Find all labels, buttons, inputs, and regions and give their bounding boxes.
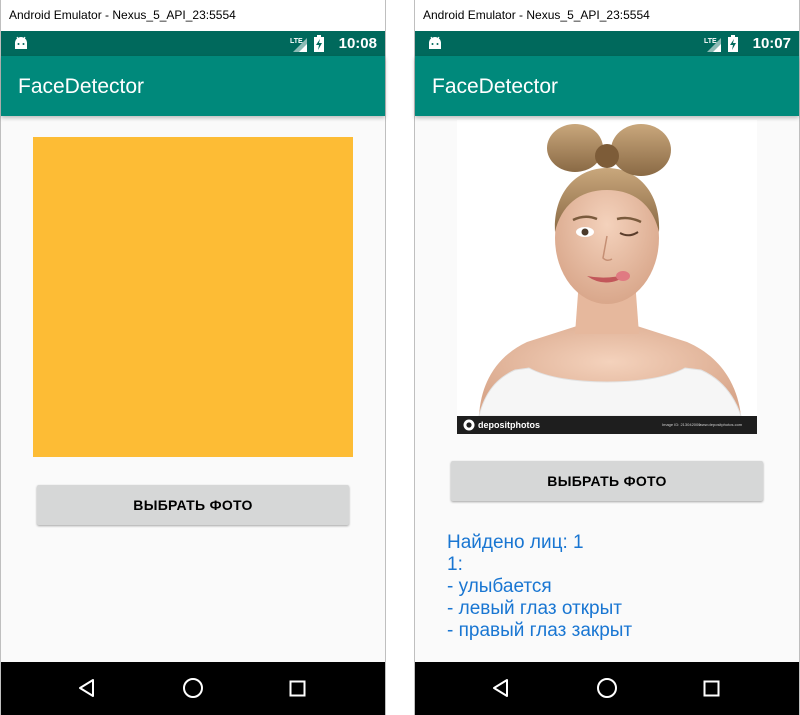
lte-signal-icon: LTE (704, 38, 721, 52)
app-title: FaceDetector (432, 75, 559, 98)
camera-logo-icon (463, 419, 475, 431)
watermark-bar: depositphotos Image ID: 213042000 www.de… (457, 416, 757, 434)
results-right-eye: - правый глаз закрыт (447, 620, 633, 641)
navigation-bar (1, 662, 385, 715)
watermark-site: www.depositphotos.com (699, 422, 743, 427)
emulator-window-right: Android Emulator - Nexus_5_API_23:5554 L… (414, 0, 800, 715)
status-bar: LTE 10:07 (415, 31, 799, 56)
emulator-window-left: Android Emulator - Nexus_5_API_23:5554 L… (0, 0, 386, 715)
window-title: Android Emulator - Nexus_5_API_23:5554 (415, 0, 799, 31)
android-debug-icon (429, 36, 441, 49)
svg-text:LTE: LTE (704, 38, 717, 45)
battery-charging-icon (314, 35, 324, 52)
back-icon[interactable] (491, 678, 511, 698)
app-bar: FaceDetector (1, 56, 385, 116)
watermark-brand: depositphotos (478, 420, 540, 430)
results-faces-found: Найдено лиц: 1 (447, 532, 584, 553)
battery-charging-icon (728, 35, 738, 52)
android-debug-icon (15, 36, 27, 49)
select-photo-button[interactable]: ВЫБРАТЬ ФОТО (451, 461, 763, 501)
recent-apps-icon[interactable] (289, 680, 306, 697)
home-icon[interactable] (596, 677, 618, 699)
status-bar: LTE 10:08 (1, 31, 385, 56)
lte-signal-icon: LTE (290, 38, 307, 52)
status-clock: 10:08 (338, 35, 377, 52)
svg-text:LTE: LTE (290, 38, 303, 45)
results-smiling: - улыбается (447, 576, 552, 597)
status-clock: 10:07 (752, 35, 791, 52)
content-area: depositphotos Image ID: 213042000 www.de… (415, 116, 799, 662)
recent-apps-icon[interactable] (703, 680, 720, 697)
app-title: FaceDetector (18, 75, 145, 98)
watermark-image-id: Image ID: 213042000 (662, 422, 701, 427)
detection-results: Найдено лиц: 1 1: - улыбается - левый гл… (447, 532, 632, 642)
results-left-eye: - левый глаз открыт (447, 598, 622, 619)
selected-photo: depositphotos Image ID: 213042000 www.de… (457, 120, 757, 434)
content-area: ВЫБРАТЬ ФОТО (1, 116, 385, 662)
select-photo-button[interactable]: ВЫБРАТЬ ФОТО (37, 485, 349, 525)
app-bar: FaceDetector (415, 56, 799, 116)
window-title: Android Emulator - Nexus_5_API_23:5554 (1, 0, 385, 31)
portrait-photo (457, 120, 757, 416)
image-placeholder (33, 137, 353, 457)
home-icon[interactable] (182, 677, 204, 699)
navigation-bar (415, 662, 799, 715)
results-face-index: 1: (447, 554, 463, 575)
back-icon[interactable] (77, 678, 97, 698)
